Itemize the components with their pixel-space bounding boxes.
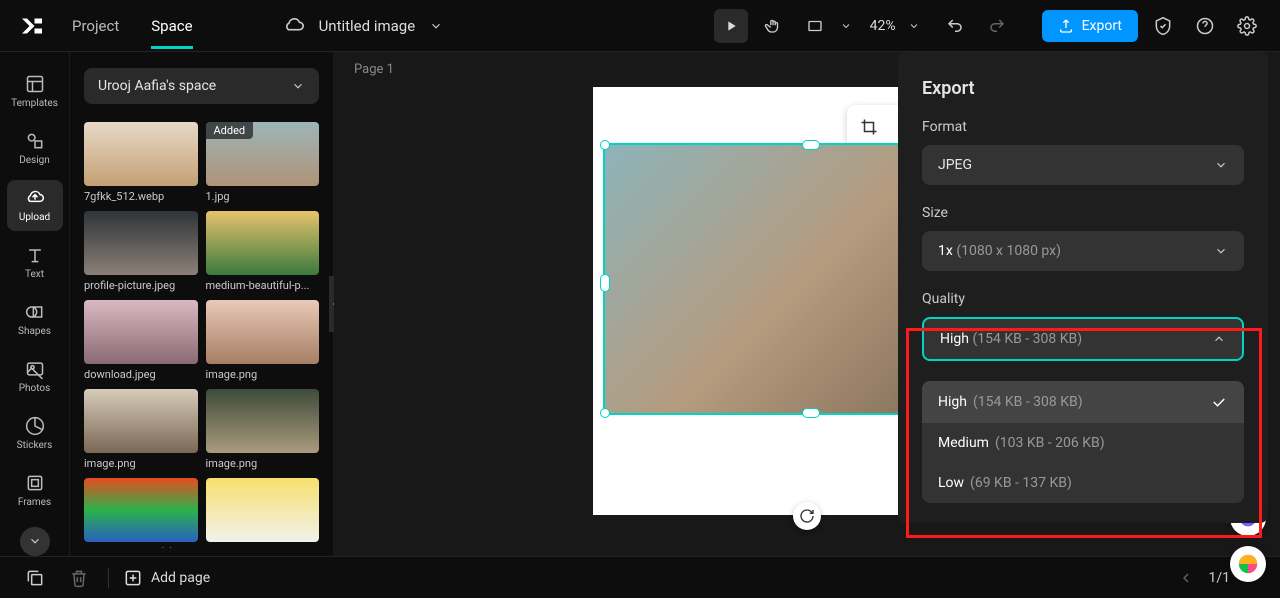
settings-icon[interactable]	[1230, 9, 1264, 43]
chevron-down-icon[interactable]	[840, 20, 852, 32]
page-indicator: 1/1	[1208, 570, 1230, 586]
canvas-area: Page 1 Export Fo	[334, 52, 1280, 556]
export-panel: Export Format JPEG Size 1x (1080 x 1080 …	[898, 52, 1268, 523]
rail-label: Frames	[18, 497, 51, 508]
cloud-icon	[283, 15, 305, 37]
hand-tool[interactable]	[756, 9, 790, 43]
rail-photos[interactable]: Photos	[7, 351, 63, 402]
thumbnail-item[interactable]: image.png	[84, 389, 198, 470]
rail-label: Text	[25, 269, 44, 280]
crop-icon[interactable]	[851, 109, 887, 145]
tab-space[interactable]: Space	[151, 3, 192, 49]
rail-label: Design	[19, 155, 50, 166]
ratio-tool[interactable]	[798, 9, 832, 43]
quality-option[interactable]: Medium(103 KB - 206 KB)	[922, 423, 1244, 463]
rail-text[interactable]: Text	[7, 237, 63, 288]
thumbnail-item[interactable]: medium-beautiful-p...	[206, 211, 320, 292]
redo-button[interactable]	[980, 9, 1014, 43]
left-rail: Templates Design Upload Text Shapes Phot…	[0, 52, 70, 556]
thumbnail-label: download.jpeg	[84, 368, 198, 381]
quality-sub: (154 KB - 308 KB)	[972, 331, 1082, 347]
rail-label: Shapes	[18, 326, 51, 337]
format-select[interactable]: JPEG	[922, 145, 1244, 185]
check-icon	[1210, 393, 1228, 411]
side-panel: Urooj Aafia's space 7gfkk_512.webp Added 1…	[70, 52, 334, 556]
format-label: Format	[922, 119, 1244, 135]
size-select[interactable]: 1x (1080 x 1080 px)	[922, 231, 1244, 271]
rotate-handle[interactable]	[793, 502, 821, 530]
thumbnail-item[interactable]: image.png	[206, 389, 320, 470]
quality-dropdown: High(154 KB - 308 KB)Medium(103 KB - 206…	[922, 381, 1244, 503]
thumbnail-label: image.png	[206, 368, 320, 381]
thumbnail-item[interactable]: pexels-anna-shvets-...	[206, 478, 320, 548]
thumbnail-label: Untitled design (1).jpg	[84, 546, 198, 548]
space-selector[interactable]: Urooj Aafia's space	[84, 68, 319, 104]
title-area: Untitled image	[283, 15, 444, 37]
chevron-down-icon[interactable]	[908, 20, 920, 32]
thumbnail-item[interactable]: image.png	[206, 300, 320, 381]
undo-button[interactable]	[938, 9, 972, 43]
space-name: Urooj Aafia's space	[98, 78, 216, 94]
color-wheel-button[interactable]	[1230, 546, 1266, 582]
thumbnail-label: medium-beautiful-p...	[206, 279, 320, 292]
thumbnail-label: 1.jpg	[206, 190, 320, 203]
export-title: Export	[922, 78, 1244, 99]
zoom-level[interactable]: 42%	[860, 18, 900, 34]
thumbnail-label: image.png	[206, 457, 320, 470]
chevron-up-icon	[1212, 332, 1226, 346]
quality-main: High	[940, 331, 969, 347]
topbar: Project Space Untitled image 42% Export	[0, 0, 1280, 52]
rail-frames[interactable]: Frames	[7, 465, 63, 516]
chevron-down-icon	[291, 79, 305, 93]
help-icon[interactable]	[1188, 9, 1222, 43]
chevron-down-icon[interactable]	[429, 19, 443, 33]
rail-more[interactable]	[20, 527, 50, 556]
add-page-label: Add page	[151, 570, 210, 586]
thumbnail-grid: 7gfkk_512.webp Added 1.jpg profile-picture.…	[84, 122, 319, 548]
size-label: Size	[922, 205, 1244, 221]
chevron-down-icon	[1214, 158, 1228, 172]
quality-option[interactable]: High(154 KB - 308 KB)	[922, 381, 1244, 423]
format-value: JPEG	[938, 157, 972, 173]
rail-shapes[interactable]: Shapes	[7, 294, 63, 345]
prev-page[interactable]	[1178, 570, 1194, 586]
thumbnail-item[interactable]: Added 1.jpg	[206, 122, 320, 203]
rail-label: Templates	[11, 98, 58, 109]
shield-icon[interactable]	[1146, 9, 1180, 43]
added-badge: Added	[206, 122, 254, 139]
quality-option[interactable]: Low(69 KB - 137 KB)	[922, 463, 1244, 503]
thumbnail-item[interactable]: profile-picture.jpeg	[84, 211, 198, 292]
tab-project[interactable]: Project	[72, 3, 119, 49]
toolbar-group: 42% Export	[714, 9, 1264, 43]
size-main: 1x	[938, 243, 953, 259]
thumbnail-label: pexels-anna-shvets-...	[206, 546, 320, 548]
size-sub: (1080 x 1080 px)	[956, 243, 1061, 259]
add-page-button[interactable]: Add page	[123, 568, 210, 588]
thumbnail-item[interactable]: Untitled design (1).jpg	[84, 478, 198, 548]
duplicate-page[interactable]	[20, 563, 50, 593]
footer: Add page 1/1	[0, 556, 1280, 598]
rail-label: Photos	[19, 383, 51, 394]
thumbnail-item[interactable]: 7gfkk_512.webp	[84, 122, 198, 203]
thumbnail-label: image.png	[84, 457, 198, 470]
thumbnail-item[interactable]: download.jpeg	[84, 300, 198, 381]
quality-label: Quality	[922, 291, 1244, 307]
rail-upload[interactable]: Upload	[7, 180, 63, 231]
thumbnail-label: 7gfkk_512.webp	[84, 190, 198, 203]
document-title[interactable]: Untitled image	[319, 17, 416, 35]
rail-label: Stickers	[17, 440, 53, 451]
rail-stickers[interactable]: Stickers	[7, 408, 63, 459]
top-tabs: Project Space	[72, 3, 193, 49]
rail-label: Upload	[19, 212, 50, 223]
export-label: Export	[1082, 18, 1122, 34]
quality-select[interactable]: High (154 KB - 308 KB)	[922, 317, 1244, 361]
export-button[interactable]: Export	[1042, 10, 1138, 42]
thumbnail-label: profile-picture.jpeg	[84, 279, 198, 292]
app-logo[interactable]	[16, 10, 48, 42]
delete-page[interactable]	[64, 563, 94, 593]
rail-design[interactable]: Design	[7, 123, 63, 174]
rail-templates[interactable]: Templates	[7, 66, 63, 117]
chevron-down-icon	[1214, 244, 1228, 258]
play-button[interactable]	[714, 9, 748, 43]
